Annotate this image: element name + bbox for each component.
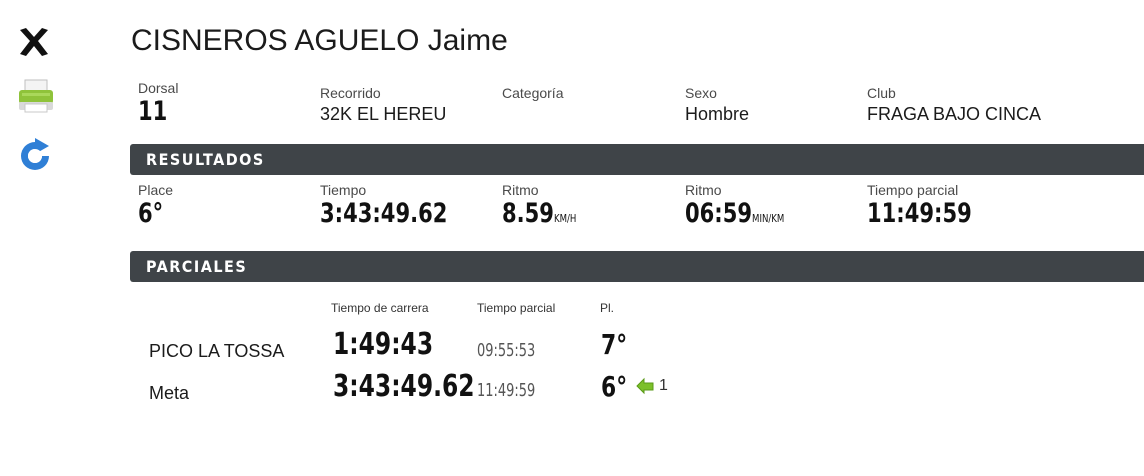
speed-field: Ritmo 8.59KM/H [502,182,597,229]
dorsal-label: Dorsal [138,80,179,96]
position-up-icon [636,377,654,395]
place-label: Place [138,182,174,198]
position-gain: 1 [635,377,668,395]
speed-label: Ritmo [502,182,539,198]
sex-label: Sexo [685,85,717,101]
route-field: Recorrido 32K EL HEREU [320,85,446,125]
place-value: 6° [138,198,164,229]
pace-value-wrap: 06:59MIN/KM [685,198,784,229]
category-label: Categoría [502,85,564,101]
dorsal-field: Dorsal 11 [138,80,178,127]
speed-unit: KM/H [553,212,577,225]
route-value: 32K EL HEREU [320,104,447,124]
partial-label: Tiempo parcial [867,182,959,198]
split-race-time: 1:49:43 [333,327,434,362]
sidebar [0,0,90,476]
partial-field: Tiempo parcial 11:49:59 [867,182,1001,229]
place-field: Place 6° [138,182,173,229]
results-header: RESULTADOS [130,144,1144,175]
split-race-time: 3:43:49.62 [333,369,475,404]
partial-value: 11:49:59 [867,198,972,229]
split-pl: 7° [601,328,628,361]
club-field: Club FRAGA BAJO CINCA [867,85,1041,125]
split-partial: 11:49:59 [477,380,536,401]
sex-value: Hombre [685,104,750,124]
time-field: Tiempo 3:43:49.62 [320,182,483,229]
club-value: FRAGA BAJO CINCA [867,104,1042,124]
category-field: Categoría [502,85,563,104]
athlete-name: CISNEROS AGUELO Jaime [131,24,508,57]
route-label: Recorrido [320,85,381,101]
speed-value: 8.59 [502,198,554,229]
col-pl: Pl. [600,301,615,315]
speed-value-wrap: 8.59KM/H [502,198,576,229]
time-label: Tiempo [320,182,367,198]
split-partial: 09:55:53 [477,340,536,361]
pace-value: 06:59 [685,198,753,229]
refresh-icon[interactable] [16,134,56,174]
pace-label: Ritmo [685,182,722,198]
splits-header: PARCIALES [130,251,1144,282]
split-name: PICO LA TOSSA [149,341,285,361]
pace-field: Ritmo 06:59MIN/KM [685,182,812,229]
split-name: Meta [149,383,190,403]
split-pl: 6° [601,370,628,403]
print-icon[interactable] [16,76,56,116]
dorsal-value: 11 [138,96,168,127]
time-value: 3:43:49.62 [320,198,448,229]
sex-field: Sexo Hombre [685,85,749,125]
col-race-time: Tiempo de carrera [331,301,429,315]
col-partial: Tiempo parcial [477,301,556,315]
club-label: Club [867,85,896,101]
position-gain-value: 1 [659,377,668,394]
close-icon[interactable] [16,24,56,64]
pace-unit: MIN/KM [752,212,785,225]
